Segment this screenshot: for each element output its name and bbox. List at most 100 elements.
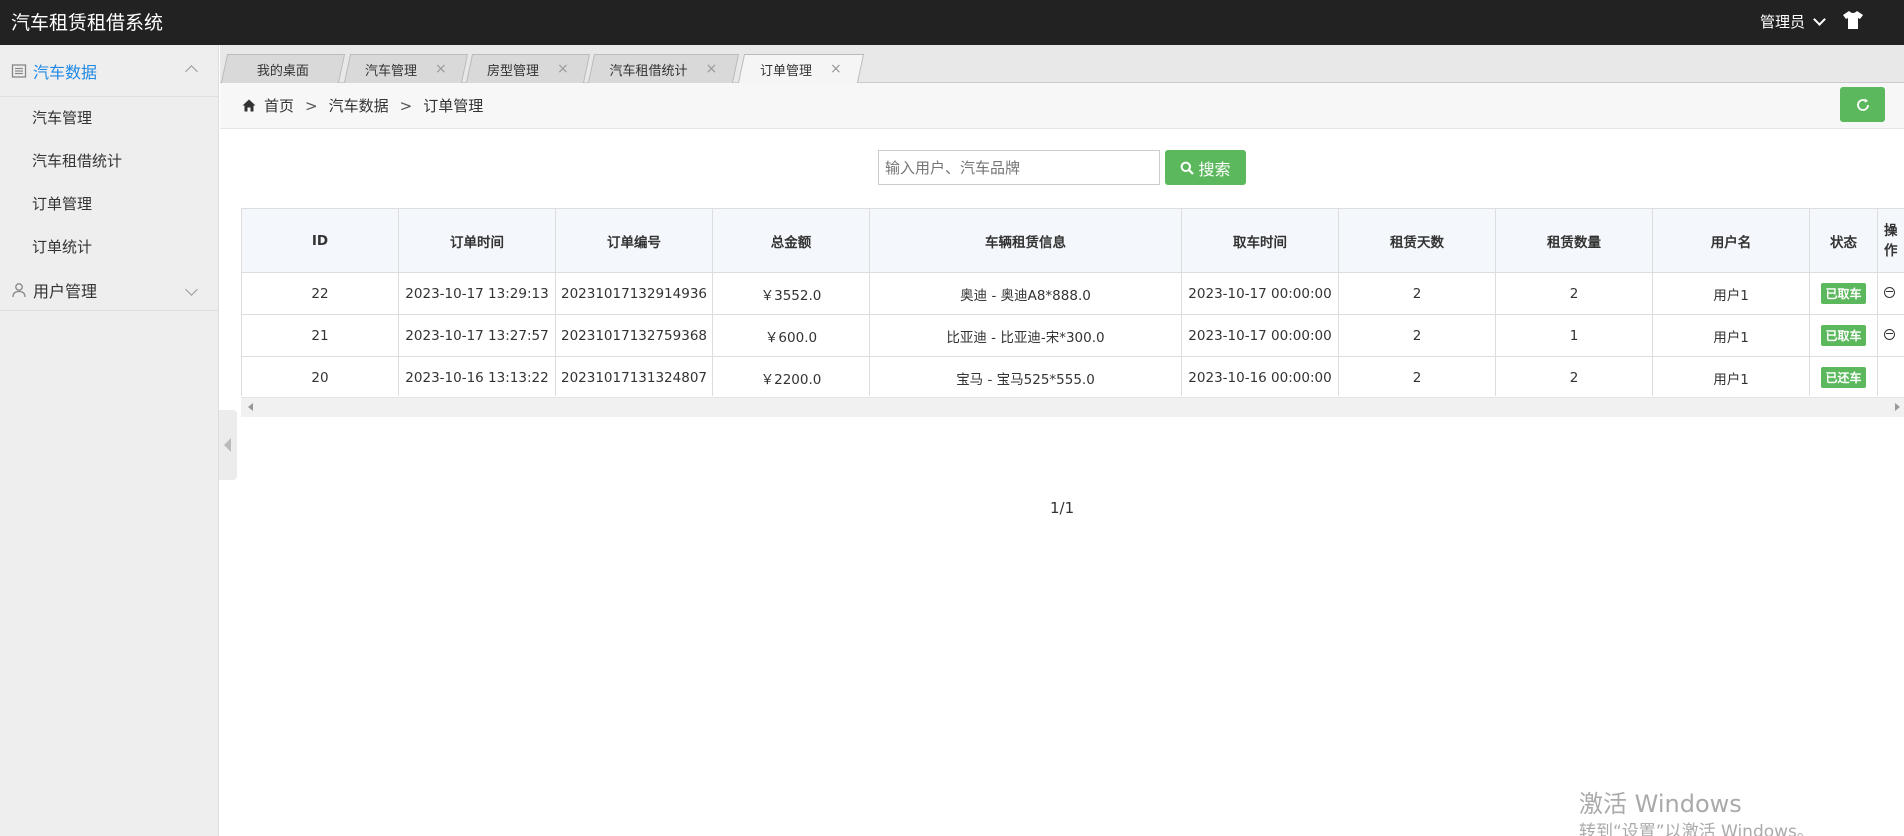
search-input[interactable]: [878, 150, 1160, 185]
col-header-actions-label: 操作: [1884, 222, 1898, 259]
shirt-icon[interactable]: [1842, 10, 1864, 30]
sidebar-group-label: 汽车数据: [33, 62, 98, 82]
watermark-line2: 转到“设置”以激活 Windows。: [1579, 822, 1814, 836]
cell-order-time: 2023-10-16 13:13:22: [398, 356, 556, 396]
orders-table-container: ID 订单时间 订单编号 总金额 车辆租赁信息 取车时间 租赁天数 租赁数量 用…: [241, 208, 1904, 396]
cell-days: 2: [1338, 272, 1496, 315]
tab-rental-stats[interactable]: 汽车租借统计 ×: [587, 54, 740, 83]
return-car-icon[interactable]: [1884, 328, 1895, 340]
close-icon[interactable]: ×: [557, 61, 569, 77]
sidebar-item-order-stats[interactable]: 订单统计: [0, 226, 218, 269]
cell-days: 2: [1338, 356, 1496, 396]
col-header-rental-info: 车辆租赁信息: [869, 208, 1182, 273]
sidebar-item-car-manage[interactable]: 汽车管理: [0, 97, 218, 140]
cell-id: 20: [241, 356, 399, 396]
col-header-username: 用户名: [1652, 208, 1810, 273]
sidebar-group-car-data[interactable]: 汽车数据: [0, 45, 218, 97]
tab-car-manage[interactable]: 汽车管理 ×: [343, 54, 469, 83]
scroll-left-icon[interactable]: [248, 403, 253, 411]
horizontal-scrollbar[interactable]: [241, 397, 1904, 417]
sidebar-collapse-handle[interactable]: [219, 410, 237, 480]
search-button-label: 搜索: [1198, 159, 1231, 179]
orders-table: ID 订单时间 订单编号 总金额 车辆租赁信息 取车时间 租赁天数 租赁数量 用…: [241, 208, 1904, 396]
col-header-status: 状态: [1809, 208, 1878, 273]
close-icon[interactable]: ×: [830, 61, 842, 77]
breadcrumb-separator: >: [399, 96, 413, 115]
cell-amount: ￥600.0: [712, 314, 870, 357]
refresh-button[interactable]: [1840, 87, 1885, 122]
chevron-down-icon: [1813, 13, 1826, 26]
sidebar-item-order-manage[interactable]: 订单管理: [0, 183, 218, 226]
tab-room-manage[interactable]: 房型管理 ×: [465, 54, 591, 83]
breadcrumb-car-data[interactable]: 汽车数据: [329, 95, 389, 116]
user-name: 管理员: [1759, 13, 1805, 31]
breadcrumb-separator: >: [305, 96, 318, 115]
cell-status: 已取车: [1809, 272, 1878, 315]
tab-label: 汽车租借统计: [609, 63, 688, 79]
search-button[interactable]: 搜索: [1165, 150, 1246, 185]
cell-username: 用户1: [1652, 356, 1810, 396]
return-car-icon[interactable]: [1884, 286, 1895, 298]
cell-quantity: 2: [1495, 356, 1653, 396]
cell-rental-info: 比亚迪 - 比亚迪-宋*300.0: [869, 314, 1182, 357]
cell-order-time: 2023-10-17 13:29:13: [398, 272, 556, 315]
top-bar: 汽车租赁租借系统 管理员: [0, 0, 1904, 45]
cell-status: 已取车: [1809, 314, 1878, 357]
close-icon[interactable]: ×: [435, 61, 447, 77]
cell-order-no: 20231017132914936: [555, 272, 713, 315]
status-badge: 已还车: [1821, 367, 1866, 388]
search-icon: [1181, 161, 1195, 175]
tab-label: 我的桌面: [256, 63, 309, 79]
col-header-days: 租赁天数: [1338, 208, 1496, 273]
status-badge: 已取车: [1821, 325, 1866, 346]
windows-activation-watermark: 激活 Windows 转到“设置”以激活 Windows。: [1579, 790, 1814, 836]
breadcrumb-order-manage: 订单管理: [423, 97, 484, 115]
home-icon: [242, 99, 256, 112]
cell-actions: [1877, 272, 1904, 315]
sidebar-group-user-manage[interactable]: 用户管理: [0, 269, 218, 311]
sidebar-group-label: 用户管理: [33, 281, 98, 301]
cell-quantity: 1: [1495, 314, 1653, 357]
cell-id: 22: [241, 272, 399, 315]
scroll-right-icon[interactable]: [1895, 403, 1900, 411]
user-menu[interactable]: 管理员: [1759, 11, 1826, 32]
cell-id: 21: [241, 314, 399, 357]
tab-order-manage[interactable]: 订单管理 ×: [737, 54, 865, 83]
col-header-id: ID: [241, 208, 399, 273]
tab-label: 订单管理: [760, 63, 813, 79]
tab-label: 房型管理: [487, 63, 540, 79]
cell-amount: ￥3552.0: [712, 272, 870, 315]
cell-status: 已还车: [1809, 356, 1878, 396]
cell-order-time: 2023-10-17 13:27:57: [398, 314, 556, 357]
cell-order-no: 20231017131324807: [555, 356, 713, 396]
table-row: 22 2023-10-17 13:29:13 20231017132914936…: [241, 272, 1904, 315]
cell-pickup-time: 2023-10-16 00:00:00: [1181, 356, 1339, 396]
breadcrumb-home[interactable]: 首页: [264, 95, 294, 116]
col-header-quantity: 租赁数量: [1495, 208, 1653, 273]
table-header-row: ID 订单时间 订单编号 总金额 车辆租赁信息 取车时间 租赁天数 租赁数量 用…: [241, 208, 1904, 273]
col-header-order-time: 订单时间: [398, 208, 556, 273]
tab-label: 汽车管理: [365, 63, 418, 79]
cell-actions: [1877, 356, 1904, 396]
table-row: 21 2023-10-17 13:27:57 20231017132759368…: [241, 314, 1904, 357]
tab-my-desktop[interactable]: 我的桌面: [220, 54, 346, 83]
close-icon[interactable]: ×: [706, 61, 718, 77]
user-icon: [12, 282, 26, 297]
watermark-line1: 激活 Windows: [1579, 790, 1742, 818]
cell-amount: ￥2200.0: [712, 356, 870, 396]
app-title: 汽车租赁租借系统: [11, 12, 164, 34]
chevron-down-icon: [185, 283, 198, 296]
tab-bar: 我的桌面 汽车管理 × 房型管理 × 汽车租借统计 × 订单管理 ×: [220, 45, 1904, 83]
cell-username: 用户1: [1652, 314, 1810, 357]
breadcrumb: 首页 > 汽车数据 > 订单管理: [220, 83, 1904, 129]
chevron-up-icon: [185, 65, 198, 78]
cell-pickup-time: 2023-10-17 00:00:00: [1181, 272, 1339, 315]
cell-quantity: 2: [1495, 272, 1653, 315]
cell-username: 用户1: [1652, 272, 1810, 315]
cell-actions: [1877, 314, 1904, 357]
sidebar-item-rental-stats[interactable]: 汽车租借统计: [0, 140, 218, 183]
cell-days: 2: [1338, 314, 1496, 357]
col-header-order-no: 订单编号: [555, 208, 713, 273]
pagination: 1/1: [1050, 499, 1075, 517]
cell-rental-info: 宝马 - 宝马525*555.0: [869, 356, 1182, 396]
